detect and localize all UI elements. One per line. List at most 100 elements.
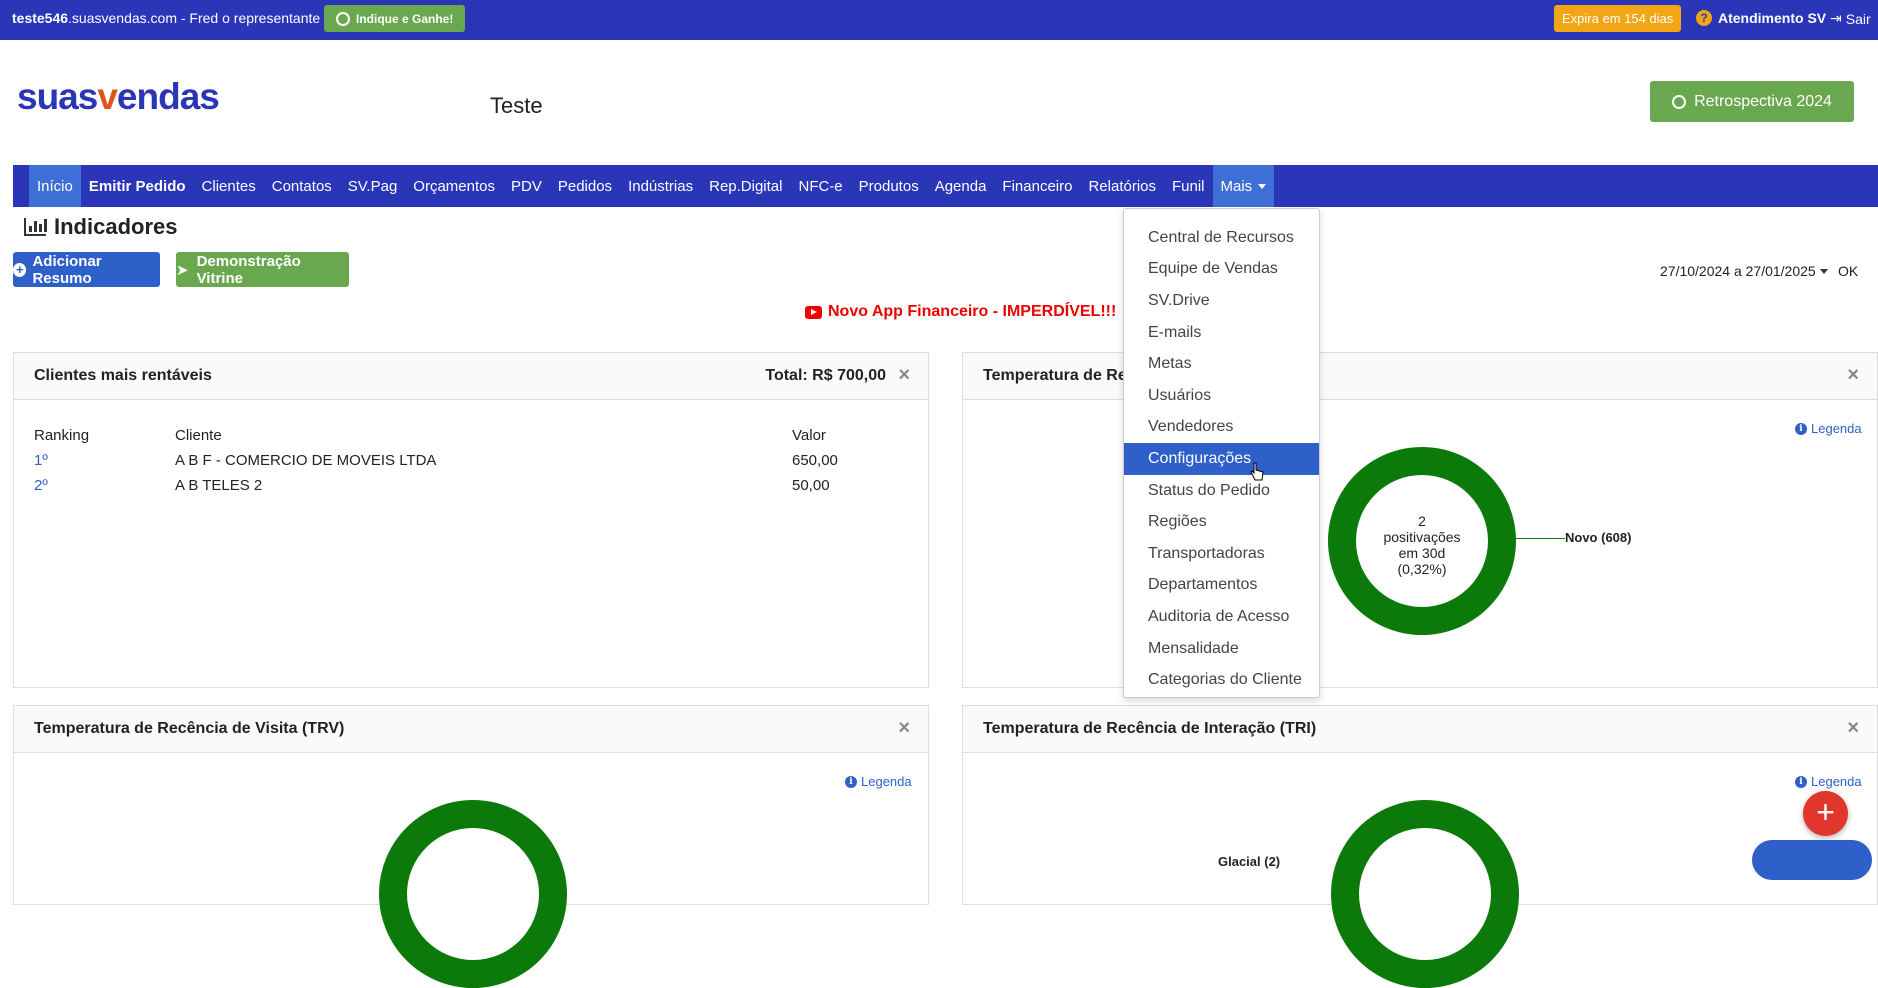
panel-title: Temperatura de Recê [983, 367, 1145, 384]
menu-item-configuracoes[interactable]: Configurações [1124, 443, 1319, 475]
legenda-link[interactable]: i Legenda [845, 774, 912, 789]
adicionar-resumo-button[interactable]: + Adicionar Resumo [13, 252, 160, 287]
menu-item-regioes[interactable]: Regiões [1124, 506, 1319, 538]
nav-item-orcamentos[interactable]: Orçamentos [405, 165, 503, 207]
menu-item-emails[interactable]: E-mails [1124, 317, 1319, 349]
legenda-label: Legenda [861, 774, 912, 789]
main-nav: Início Emitir Pedido Clientes Contatos S… [13, 165, 1878, 207]
demonstracao-vitrine-button[interactable]: ➤ Demonstração Vitrine [176, 252, 349, 287]
menu-item-central-recursos[interactable]: Central de Recursos [1124, 222, 1319, 254]
legenda-link[interactable]: i Legenda [1795, 421, 1862, 436]
atendimento-label: Atendimento SV [1718, 10, 1827, 26]
atendimento-link[interactable]: ? Atendimento SV [1696, 10, 1826, 26]
page-title-text: Indicadores [54, 214, 178, 239]
expira-badge[interactable]: Expira em 154 dias [1554, 5, 1682, 32]
site-domain-user: .suasvendas.com - Fred o representante [68, 10, 321, 26]
promo-link[interactable]: Novo App Financeiro - IMPERDÍVEL!!! [805, 303, 1116, 321]
rank-link[interactable]: 2º [34, 477, 48, 494]
date-range-picker[interactable]: 27/10/2024 a 27/01/2025 [1660, 263, 1828, 279]
legenda-label: Legenda [1811, 774, 1862, 789]
nav-label: Início [37, 177, 73, 195]
promo-label: Novo App Financeiro - IMPERDÍVEL!!! [828, 303, 1117, 320]
panel-tri: Temperatura de Recência de Interação (TR… [962, 705, 1878, 988]
nav-item-funil[interactable]: Funil [1164, 165, 1213, 207]
nav-item-svpag[interactable]: SV.Pag [340, 165, 406, 207]
cliente-cell: A B F - COMERCIO DE MOVEIS LTDA [175, 452, 437, 469]
nav-item-financeiro[interactable]: Financeiro [994, 165, 1080, 207]
nav-item-agenda[interactable]: Agenda [927, 165, 995, 207]
close-icon[interactable]: × [1847, 717, 1859, 740]
nav-label: Agenda [934, 177, 987, 195]
nav-label: NFC-e [798, 177, 843, 195]
expira-label: Expira em 154 dias [1562, 11, 1674, 26]
nav-item-pdv[interactable]: PDV [503, 165, 550, 207]
nav-label: Rep.Digital [709, 177, 783, 195]
label-novo: Novo (608) [1565, 530, 1632, 545]
donut-center-line2: positivações [1383, 529, 1461, 545]
legenda-link[interactable]: i Legenda [1795, 774, 1862, 789]
hand-cursor-icon [1250, 462, 1264, 481]
indique-ganhe-button[interactable]: Indique e Ganhe! [324, 5, 466, 32]
donut-chart [379, 800, 567, 988]
menu-item-auditoria-acesso[interactable]: Auditoria de Acesso [1124, 601, 1319, 633]
menu-item-usuarios[interactable]: Usuários [1124, 380, 1319, 412]
youtube-icon [805, 305, 822, 319]
menu-item-sv-drive[interactable]: SV.Drive [1124, 285, 1319, 317]
sair-link[interactable]: ⇥ Sair [1830, 10, 1871, 27]
sair-label: Sair [1845, 10, 1871, 27]
retrospectiva-button[interactable]: Retrospectiva 2024 [1650, 81, 1854, 122]
date-range-value: 27/10/2024 a 27/01/2025 [1660, 263, 1816, 279]
ok-button[interactable]: OK [1838, 263, 1858, 279]
site-info: teste546.suasvendas.com - Fred o represe… [12, 10, 320, 26]
menu-item-equipe-vendas[interactable]: Equipe de Vendas [1124, 254, 1319, 286]
col-header-cliente: Cliente [175, 427, 222, 444]
panel-header: Clientes mais rentáveis Total: R$ 700,00… [14, 353, 928, 400]
nav-item-mais[interactable]: Mais [1212, 165, 1275, 207]
nav-item-pedidos[interactable]: Pedidos [550, 165, 620, 207]
bar-chart-icon [24, 218, 47, 236]
rank-link[interactable]: 1º [34, 452, 48, 469]
top-bar: teste546.suasvendas.com - Fred o represe… [0, 0, 1878, 40]
menu-item-status-pedido[interactable]: Status do Pedido [1124, 475, 1319, 507]
nav-label: Clientes [201, 177, 256, 195]
nav-item-industrias[interactable]: Indústrias [620, 165, 701, 207]
nav-item-rep-digital[interactable]: Rep.Digital [701, 165, 790, 207]
menu-item-categorias-cliente[interactable]: Categorias do Cliente [1124, 664, 1319, 696]
nav-label: Funil [1172, 177, 1205, 195]
nav-item-inicio[interactable]: Início [29, 165, 81, 207]
nav-label: SV.Pag [347, 177, 398, 195]
close-icon[interactable]: × [1847, 364, 1859, 387]
nav-item-nfce[interactable]: NFC-e [790, 165, 850, 207]
company-name: Teste [490, 93, 543, 118]
panel-header: Temperatura de Recência de Visita (TRV) … [14, 706, 928, 753]
nav-item-relatorios[interactable]: Relatórios [1080, 165, 1164, 207]
menu-item-metas[interactable]: Metas [1124, 348, 1319, 380]
nav-item-produtos[interactable]: Produtos [851, 165, 927, 207]
logo-part-b: endas [116, 76, 220, 117]
add-fab-button[interactable]: + [1803, 791, 1848, 836]
nav-item-clientes[interactable]: Clientes [194, 165, 264, 207]
donut-center-line4: (0,32%) [1397, 561, 1447, 577]
suasvendas-logo[interactable]: suasvendas [17, 76, 220, 118]
page-title: Indicadores [24, 214, 177, 240]
panel-header: Temperatura de Recência de Interação (TR… [963, 706, 1877, 753]
menu-item-departamentos[interactable]: Departamentos [1124, 570, 1319, 602]
close-icon[interactable]: × [898, 364, 910, 387]
menu-item-vendedores[interactable]: Vendedores [1124, 412, 1319, 444]
donut-center-count: 2 [1418, 513, 1426, 529]
info-icon: i [845, 775, 857, 788]
nav-item-emitir-pedido[interactable]: Emitir Pedido [81, 165, 194, 207]
site-subdomain: teste546 [12, 10, 69, 26]
info-icon: i [1795, 422, 1807, 435]
nav-item-contatos[interactable]: Contatos [264, 165, 340, 207]
panel-temperatura-recencia: Temperatura de Recê × i Legenda 2 positi… [962, 352, 1878, 688]
menu-item-mensalidade[interactable]: Mensalidade [1124, 633, 1319, 665]
nav-label: Relatórios [1088, 177, 1156, 195]
donut-chart [1331, 800, 1519, 988]
donut-center-line3: em 30d [1398, 545, 1446, 561]
panel-trv: Temperatura de Recência de Visita (TRV) … [13, 705, 929, 988]
chat-widget-button[interactable] [1752, 840, 1872, 880]
close-icon[interactable]: × [898, 717, 910, 740]
menu-item-transportadoras[interactable]: Transportadoras [1124, 538, 1319, 570]
sign-out-icon: ⇥ [1830, 10, 1842, 26]
